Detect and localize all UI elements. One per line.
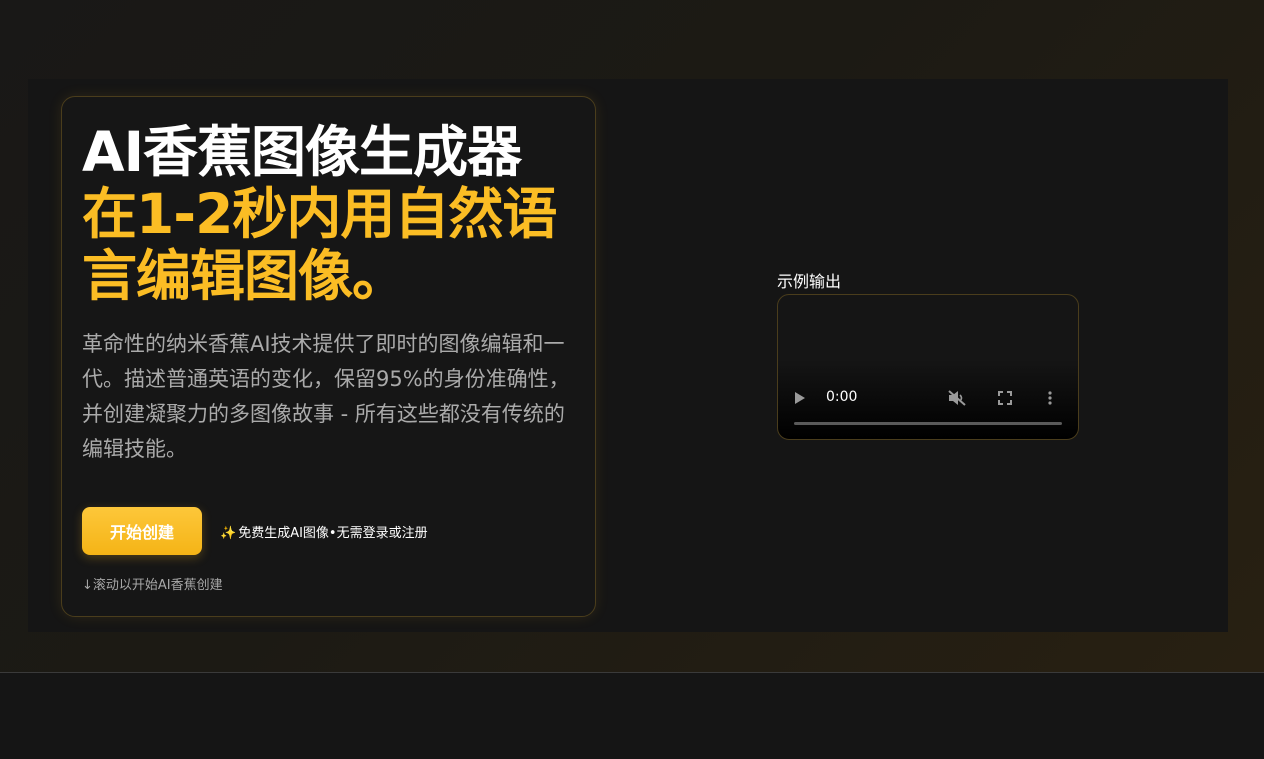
video-time: 0:00 (826, 389, 858, 405)
page-footer (0, 673, 1264, 759)
sparkle-icon: ✨ (220, 526, 237, 541)
example-output-label: 示例输出 (777, 272, 842, 291)
free-note-text: 免费生成AI图像•无需登录或注册 (238, 526, 428, 541)
hero-title-highlight: 在1-2秒内用自然语言编辑图像。 (82, 182, 557, 308)
hero-title-main: AI香蕉图像生成器 (82, 120, 522, 184)
video-controls: 0:00 (778, 385, 1078, 409)
volume-muted-icon[interactable] (948, 385, 968, 409)
hero-section: AI香蕉图像生成器 在1-2秒内用自然语言编辑图像。 革命性的纳米香蕉AI技术提… (28, 79, 1228, 632)
hero-card: AI香蕉图像生成器 在1-2秒内用自然语言编辑图像。 革命性的纳米香蕉AI技术提… (61, 96, 596, 617)
free-note: ✨ 免费生成AI图像•无需登录或注册 (220, 525, 428, 543)
hero-description: 革命性的纳米香蕉AI技术提供了即时的图像编辑和一代。描述普通英语的变化，保留95… (82, 332, 570, 461)
hero-title: AI香蕉图像生成器 在1-2秒内用自然语言编辑图像。 (82, 121, 582, 307)
fullscreen-icon[interactable] (998, 385, 1014, 409)
video-progress-bar[interactable] (794, 422, 1062, 425)
example-video-player[interactable]: 0:00 (777, 294, 1079, 440)
more-vertical-icon[interactable] (1048, 385, 1058, 409)
scroll-hint[interactable]: ↓滚动以开始AI香蕉创建 (82, 577, 223, 595)
start-create-button[interactable]: 开始创建 (82, 507, 202, 555)
play-icon[interactable] (794, 385, 808, 409)
